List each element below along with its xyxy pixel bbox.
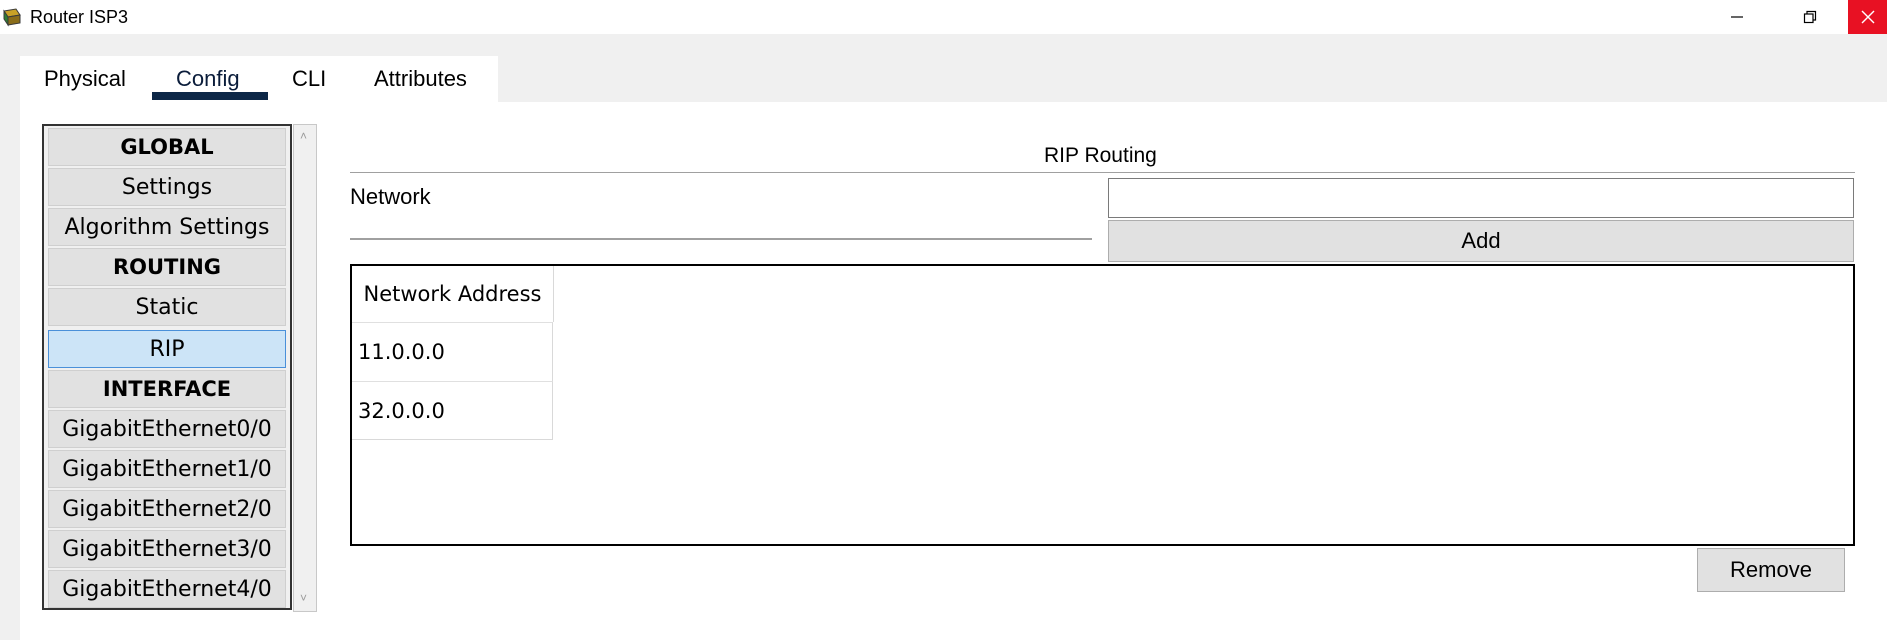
network-input[interactable] — [1108, 178, 1854, 218]
sidebar-item-gigabitethernet0-0[interactable]: GigabitEthernet0/0 — [48, 410, 286, 448]
restore-icon — [1803, 10, 1817, 24]
router-app-icon — [3, 8, 21, 27]
network-divider — [350, 238, 1092, 240]
sidebar-item-gigabitethernet2-0[interactable]: GigabitEthernet2/0 — [48, 490, 286, 528]
table-row[interactable]: 32.0.0.0 — [352, 381, 553, 440]
sidebar-item-algorithm-settings[interactable]: Algorithm Settings — [48, 208, 286, 246]
rip-routing-title: RIP Routing — [1044, 144, 1157, 167]
sidebar-item-gigabitethernet4-0[interactable]: GigabitEthernet4/0 — [48, 570, 286, 608]
window-title: Router ISP3 — [30, 7, 129, 27]
tab-physical[interactable]: Physical — [44, 66, 126, 92]
close-button[interactable] — [1848, 0, 1887, 34]
config-sidebar: GLOBAL Settings Algorithm Settings ROUTI… — [42, 124, 292, 610]
sidebar-item-gigabitethernet3-0[interactable]: GigabitEthernet3/0 — [48, 530, 286, 568]
network-label: Network — [350, 184, 431, 209]
table-row[interactable]: 11.0.0.0 — [352, 322, 553, 381]
sidebar-item-static[interactable]: Static — [48, 288, 286, 326]
tab-bar: Physical Config CLI Attributes — [20, 56, 498, 102]
title-bar: Router ISP3 — [0, 0, 1887, 34]
table-header-network-address: Network Address — [352, 266, 554, 322]
active-tab-indicator — [152, 92, 268, 100]
sidebar-item-settings[interactable]: Settings — [48, 168, 286, 206]
title-divider — [350, 172, 1855, 173]
sidebar-item-rip[interactable]: RIP — [48, 330, 286, 368]
scroll-up-icon[interactable]: ˄ — [300, 129, 307, 143]
tab-config[interactable]: Config — [176, 66, 240, 92]
restore-button[interactable] — [1778, 0, 1842, 34]
network-address-table: Network Address 11.0.0.0 32.0.0.0 — [350, 264, 1855, 546]
minimize-icon — [1731, 16, 1743, 18]
scroll-down-icon[interactable]: ˅ — [300, 591, 307, 605]
sidebar-item-gigabitethernet1-0[interactable]: GigabitEthernet1/0 — [48, 450, 286, 488]
sidebar-header-global: GLOBAL — [48, 128, 286, 166]
minimize-button[interactable] — [1705, 0, 1769, 34]
tab-cli[interactable]: CLI — [292, 66, 326, 92]
close-icon — [1861, 10, 1874, 24]
add-button[interactable]: Add — [1108, 220, 1854, 262]
remove-button[interactable]: Remove — [1697, 548, 1845, 592]
tab-attributes[interactable]: Attributes — [374, 66, 467, 92]
sidebar-header-routing: ROUTING — [48, 248, 286, 286]
sidebar-header-interface: INTERFACE — [48, 370, 286, 408]
sidebar-scrollbar[interactable]: ˄ ˅ — [293, 124, 317, 612]
